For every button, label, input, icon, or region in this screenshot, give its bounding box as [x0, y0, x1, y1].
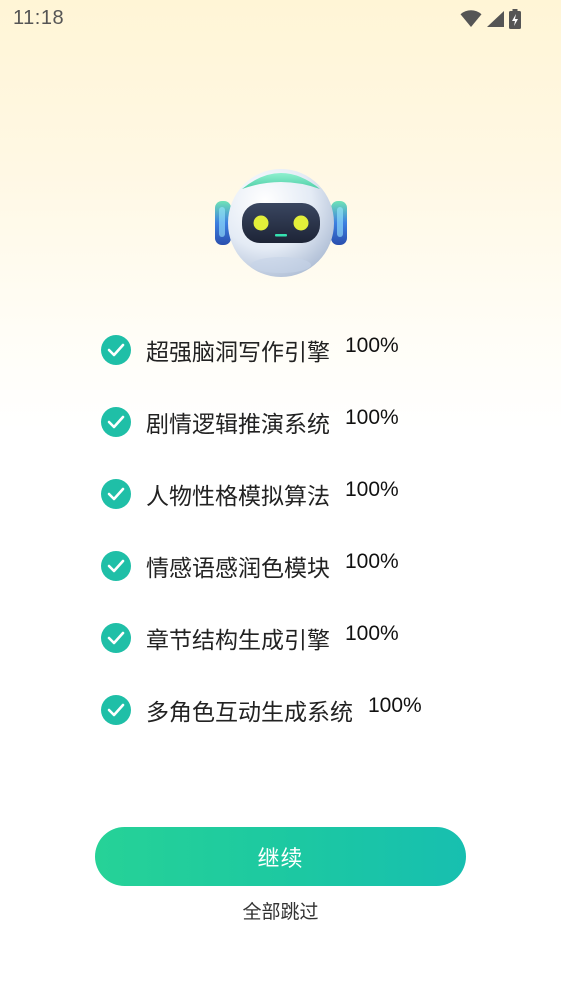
status-time: 11:18 [13, 7, 65, 29]
feature-progress-value: 100% [345, 550, 399, 573]
feature-progress-value: 100% [345, 478, 399, 501]
continue-button[interactable]: 继续 [95, 827, 466, 886]
feature-progress-value: 100% [368, 694, 422, 717]
feature-item: 人物性格模拟算法 100% [101, 474, 399, 514]
wifi-icon [460, 10, 482, 28]
feature-progress-value: 100% [345, 622, 399, 645]
feature-label: 章节结构生成引擎 [146, 628, 330, 654]
signal-icon [486, 10, 505, 28]
check-circle-icon [101, 551, 131, 581]
status-icons [460, 8, 521, 30]
feature-label: 超强脑洞写作引擎 [146, 340, 330, 366]
feature-label: 情感语感润色模块 [146, 556, 330, 582]
feature-item: 超强脑洞写作引擎 100% [101, 330, 399, 370]
feature-item: 情感语感润色模块 100% [101, 546, 399, 586]
battery-charging-icon [509, 9, 521, 29]
feature-label: 剧情逻辑推演系统 [146, 412, 330, 438]
check-circle-icon [101, 695, 131, 725]
feature-progress-value: 100% [345, 334, 399, 357]
check-circle-icon [101, 407, 131, 437]
feature-progress-value: 100% [345, 406, 399, 429]
feature-item: 剧情逻辑推演系统 100% [101, 402, 399, 442]
status-bar: 11:18 [0, 0, 561, 40]
feature-item: 章节结构生成引擎 100% [101, 618, 399, 658]
check-circle-icon [101, 623, 131, 653]
check-circle-icon [101, 479, 131, 509]
check-circle-icon [101, 335, 131, 365]
skip-all-link[interactable]: 全部跳过 [0, 897, 561, 924]
feature-label: 人物性格模拟算法 [146, 484, 330, 510]
robot-mascot-icon [212, 161, 350, 279]
feature-label: 多角色互动生成系统 [146, 700, 353, 726]
feature-item: 多角色互动生成系统 100% [101, 690, 422, 730]
